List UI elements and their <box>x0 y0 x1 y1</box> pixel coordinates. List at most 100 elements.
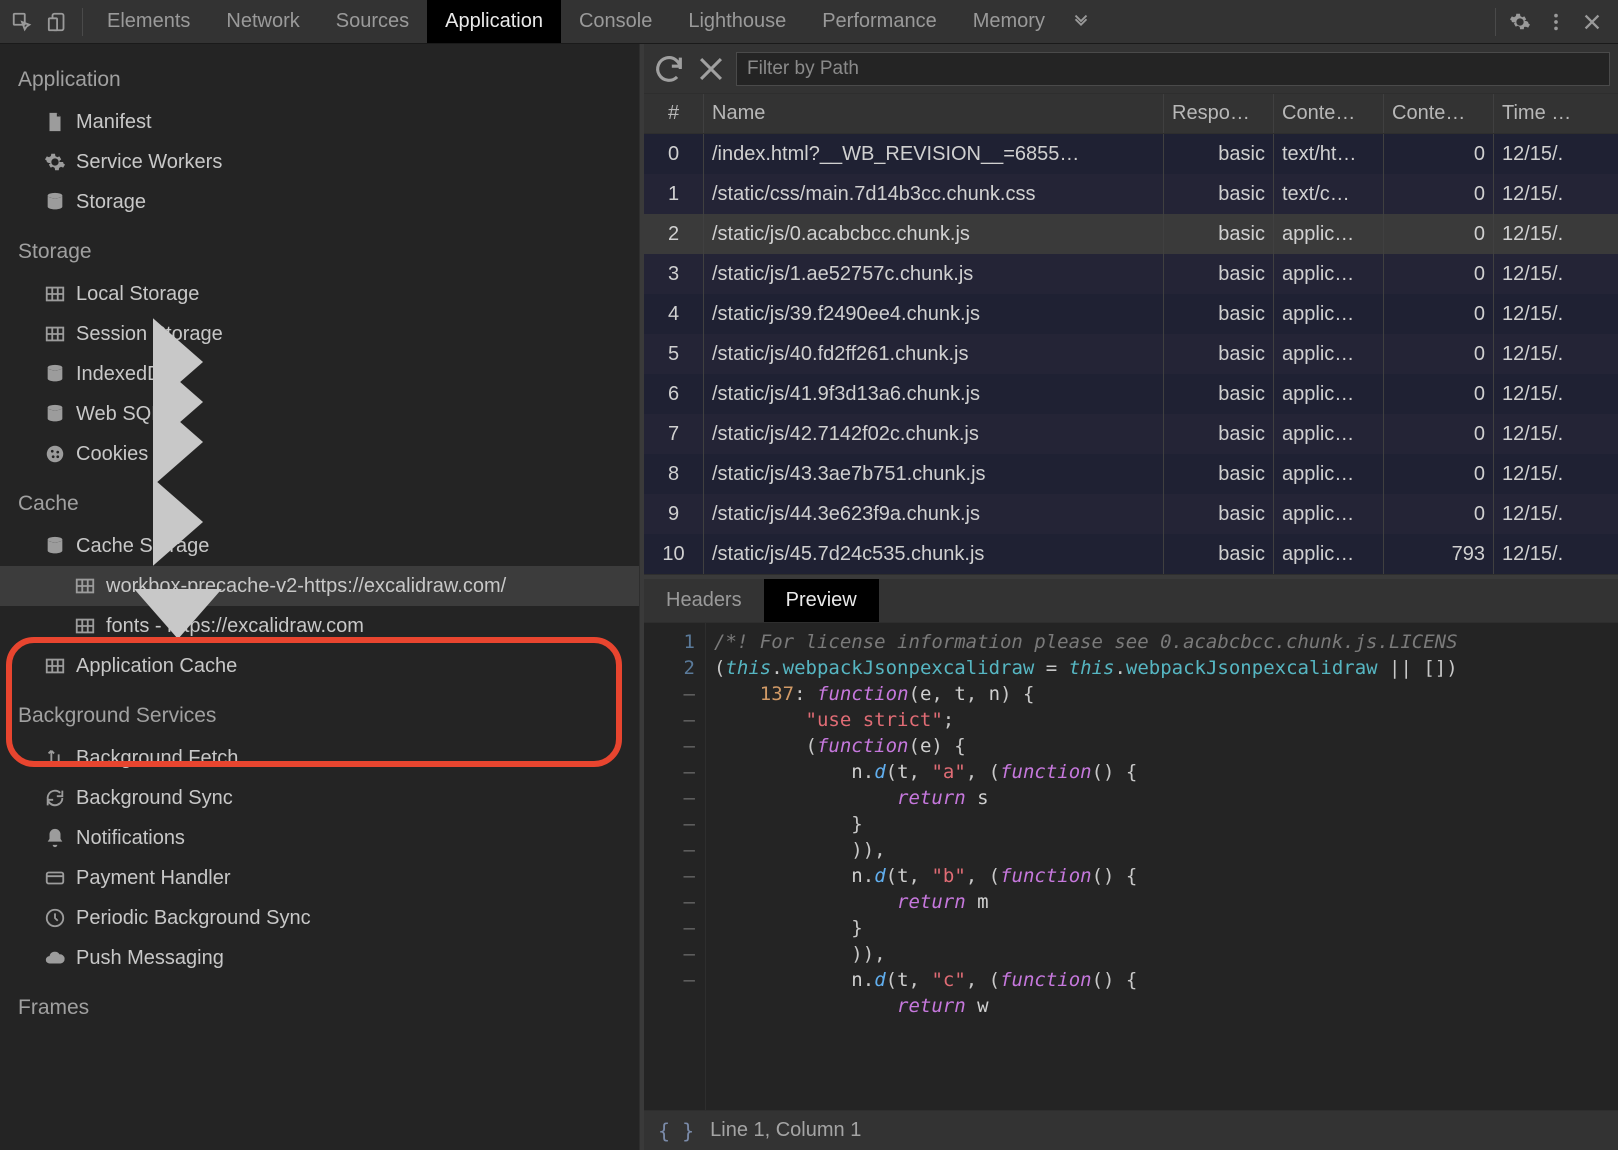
chevron-right-icon <box>28 911 42 925</box>
sidebar-item-storage[interactable]: Storage <box>0 182 639 222</box>
sidebar-item-push-messaging[interactable]: Push Messaging <box>0 938 639 978</box>
database-icon <box>44 191 66 213</box>
settings-gear-icon[interactable] <box>1502 4 1538 40</box>
fold-marker[interactable]: – <box>644 915 695 941</box>
fold-marker[interactable]: – <box>644 707 695 733</box>
chevron-right-icon <box>28 751 42 765</box>
divider <box>1495 8 1496 36</box>
table-cell: 0 <box>1384 334 1494 374</box>
transfer-icon <box>44 747 66 769</box>
more-tabs-icon[interactable] <box>1063 4 1099 40</box>
sidebar-item-label: Periodic Background Sync <box>76 907 311 930</box>
table-cell: 0 <box>1384 454 1494 494</box>
table-cell: /static/js/41.9f3d13a6.chunk.js <box>704 374 1164 414</box>
fold-marker[interactable]: – <box>644 967 695 993</box>
table-cell: basic <box>1164 494 1274 534</box>
tab-application[interactable]: Application <box>427 0 561 43</box>
table-row[interactable]: 7/static/js/42.7142f02c.chunk.jsbasicapp… <box>644 414 1618 454</box>
tab-lighthouse[interactable]: Lighthouse <box>670 0 804 43</box>
tab-network[interactable]: Network <box>208 0 317 43</box>
column-header[interactable]: Respo… <box>1164 94 1274 133</box>
sidebar-item-label: Local Storage <box>76 283 199 306</box>
chevron-right-icon <box>28 287 42 301</box>
bell-icon <box>44 827 66 849</box>
preview-tabs: HeadersPreview <box>644 575 1618 623</box>
column-header[interactable]: Conte… <box>1384 94 1494 133</box>
sidebar-item-background-fetch[interactable]: Background Fetch <box>0 738 639 778</box>
sidebar-item-label: Service Workers <box>76 151 222 174</box>
table-cell: 1 <box>644 174 704 214</box>
column-header[interactable]: Name <box>704 94 1164 133</box>
tab-console[interactable]: Console <box>561 0 670 43</box>
database-icon <box>44 363 66 385</box>
table-row[interactable]: 4/static/js/39.f2490ee4.chunk.jsbasicapp… <box>644 294 1618 334</box>
sidebar-item-local-storage[interactable]: Local Storage <box>0 274 639 314</box>
column-header[interactable]: Time … <box>1494 94 1604 133</box>
table-cell: 9 <box>644 494 704 534</box>
table-cell: 0 <box>1384 374 1494 414</box>
refresh-icon[interactable] <box>652 52 686 86</box>
close-devtools-icon[interactable] <box>1574 4 1610 40</box>
column-header[interactable]: Conte… <box>1274 94 1384 133</box>
sidebar-item-periodic-background-sync[interactable]: Periodic Background Sync <box>0 898 639 938</box>
table-row[interactable]: 5/static/js/40.fd2ff261.chunk.jsbasicapp… <box>644 334 1618 374</box>
grid-icon <box>44 283 66 305</box>
kebab-menu-icon[interactable] <box>1538 4 1574 40</box>
clear-icon[interactable] <box>694 52 728 86</box>
divider <box>82 8 83 36</box>
fold-marker[interactable]: – <box>644 733 695 759</box>
fold-marker[interactable]: – <box>644 941 695 967</box>
table-cell: applic… <box>1274 334 1384 374</box>
tab-performance[interactable]: Performance <box>804 0 955 43</box>
table-cell: /static/js/44.3e623f9a.chunk.js <box>704 494 1164 534</box>
sidebar-item-label: IndexedDB <box>76 363 175 386</box>
tab-sources[interactable]: Sources <box>318 0 427 43</box>
sidebar-item-label: Storage <box>76 191 146 214</box>
table-row[interactable]: 9/static/js/44.3e623f9a.chunk.jsbasicapp… <box>644 494 1618 534</box>
fold-marker[interactable]: – <box>644 889 695 915</box>
code-content[interactable]: /*! For license information please see 0… <box>706 623 1618 1110</box>
table-row[interactable]: 0/index.html?__WB_REVISION__=6855…basict… <box>644 134 1618 174</box>
table-row[interactable]: 2/static/js/0.acabcbcc.chunk.jsbasicappl… <box>644 214 1618 254</box>
tab-elements[interactable]: Elements <box>89 0 208 43</box>
table-cell: 12/15/. <box>1494 174 1604 214</box>
tab-memory[interactable]: Memory <box>955 0 1063 43</box>
sidebar-item-manifest[interactable]: Manifest <box>0 102 639 142</box>
column-header[interactable]: # <box>644 94 704 133</box>
braces-icon[interactable]: { } <box>658 1119 694 1143</box>
inspect-element-icon[interactable] <box>4 4 40 40</box>
fold-marker[interactable]: – <box>644 811 695 837</box>
table-cell: applic… <box>1274 214 1384 254</box>
filter-bar <box>644 44 1618 94</box>
preview-tab-preview[interactable]: Preview <box>764 579 879 622</box>
fold-marker[interactable]: – <box>644 863 695 889</box>
table-row[interactable]: 8/static/js/43.3ae7b751.chunk.jsbasicapp… <box>644 454 1618 494</box>
table-row[interactable]: 6/static/js/41.9f3d13a6.chunk.jsbasicapp… <box>644 374 1618 414</box>
fold-marker[interactable]: – <box>644 785 695 811</box>
table-cell: 12/15/. <box>1494 334 1604 374</box>
table-cell: basic <box>1164 534 1274 574</box>
table-row[interactable]: 3/static/js/1.ae52757c.chunk.jsbasicappl… <box>644 254 1618 294</box>
filter-input[interactable] <box>736 52 1610 86</box>
cookie-icon <box>44 443 66 465</box>
table-row[interactable]: 10/static/js/45.7d24c535.chunk.jsbasicap… <box>644 534 1618 574</box>
sidebar-item-service-workers[interactable]: Service Workers <box>0 142 639 182</box>
fold-marker[interactable]: – <box>644 837 695 863</box>
sidebar-item-payment-handler[interactable]: Payment Handler <box>0 858 639 898</box>
fold-marker[interactable]: – <box>644 681 695 707</box>
sidebar-item-background-sync[interactable]: Background Sync <box>0 778 639 818</box>
table-cell: 12/15/. <box>1494 134 1604 174</box>
table-cell: 3 <box>644 254 704 294</box>
chevron-right-icon <box>28 155 42 169</box>
fold-marker[interactable]: – <box>644 759 695 785</box>
table-cell: 12/15/. <box>1494 494 1604 534</box>
table-cell: applic… <box>1274 454 1384 494</box>
table-cell: 0 <box>1384 494 1494 534</box>
table-row[interactable]: 1/static/css/main.7d14b3cc.chunk.cssbasi… <box>644 174 1618 214</box>
cache-entries-table: #NameRespo…Conte…Conte…Time … 0/index.ht… <box>644 94 1618 575</box>
sidebar-item-notifications[interactable]: Notifications <box>0 818 639 858</box>
chevron-right-icon <box>28 871 42 885</box>
device-toggle-icon[interactable] <box>40 4 76 40</box>
table-cell: applic… <box>1274 374 1384 414</box>
preview-tab-headers[interactable]: Headers <box>644 579 764 622</box>
